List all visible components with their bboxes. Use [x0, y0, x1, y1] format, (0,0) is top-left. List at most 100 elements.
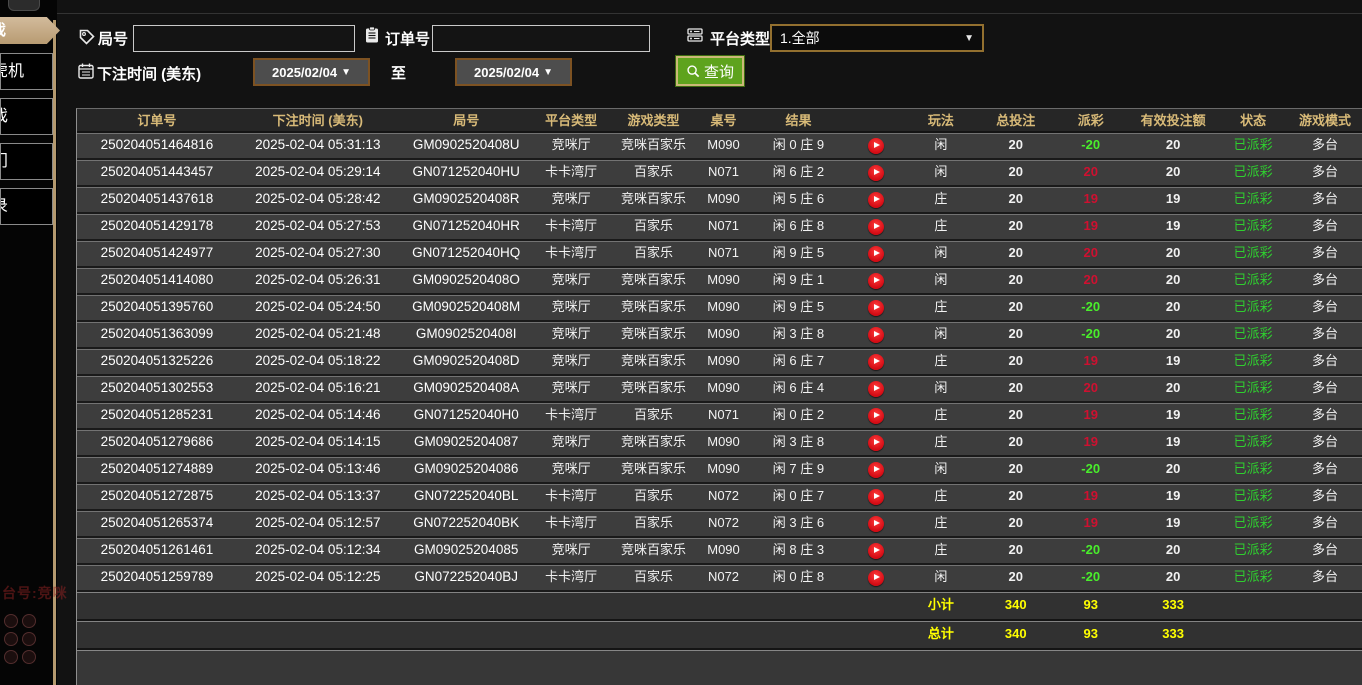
cell-order-no: 250204051443457	[77, 160, 237, 185]
table-row[interactable]: 250204051437618 2025-02-04 05:28:42 GM09…	[77, 187, 1362, 214]
cell-play-video	[848, 457, 903, 482]
table-row[interactable]: 250204051363099 2025-02-04 05:21:48 GM09…	[77, 322, 1362, 349]
cell-game-type: 百家乐	[609, 403, 699, 428]
sidebar-item-4[interactable]: 录	[0, 188, 53, 225]
cell-play-type: 闲	[903, 241, 978, 266]
play-icon[interactable]	[868, 219, 884, 235]
cell-bet-time: 2025-02-04 05:27:30	[237, 241, 399, 266]
cell-payout: 19	[1053, 349, 1128, 374]
order-no-input[interactable]	[432, 25, 650, 52]
cell-payout: 19	[1053, 214, 1128, 239]
sidebar-item-1[interactable]: 虎机	[0, 53, 53, 90]
platform-type-select[interactable]: 1.全部 ▼	[770, 24, 984, 52]
table-row[interactable]: 250204051429178 2025-02-04 05:27:53 GN07…	[77, 214, 1362, 241]
cell-valid-bet: 20	[1128, 565, 1218, 590]
cell-bet-time: 2025-02-04 05:27:53	[237, 214, 399, 239]
cell-table-no: M090	[699, 430, 749, 455]
table-row[interactable]: 250204051285231 2025-02-04 05:14:46 GN07…	[77, 403, 1362, 430]
table-row[interactable]: 250204051272875 2025-02-04 05:13:37 GN07…	[77, 484, 1362, 511]
table-row[interactable]: 250204051325226 2025-02-04 05:18:22 GM09…	[77, 349, 1362, 376]
table-row[interactable]: 250204051259789 2025-02-04 05:12:25 GN07…	[77, 565, 1362, 592]
cell-bet-time: 2025-02-04 05:31:13	[237, 133, 399, 158]
game-no-input[interactable]	[133, 25, 355, 52]
cell-status: 已派彩	[1218, 538, 1288, 563]
table-header-row: 订单号 下注时间 (美东) 局号 平台类型 游戏类型 桌号 结果 玩法 总投注 …	[77, 109, 1362, 133]
play-icon[interactable]	[868, 138, 884, 154]
cell-result: 闲 3 庄 8	[748, 430, 848, 455]
cell-result: 闲 8 庄 3	[748, 538, 848, 563]
cell-total-bet: 20	[978, 565, 1053, 590]
col-header-bet-time: 下注时间 (美东)	[237, 109, 399, 131]
cell-status: 已派彩	[1218, 403, 1288, 428]
query-button[interactable]: 查询	[676, 56, 744, 86]
play-icon[interactable]	[868, 516, 884, 532]
cell-game-mode: 多台	[1288, 160, 1362, 185]
cell-bet-time: 2025-02-04 05:14:15	[237, 430, 399, 455]
table-row[interactable]: 250204051261461 2025-02-04 05:12:34 GM09…	[77, 538, 1362, 565]
date-from-value: 2025/02/04	[272, 65, 337, 80]
cell-status: 已派彩	[1218, 484, 1288, 509]
play-icon[interactable]	[868, 408, 884, 424]
play-icon[interactable]	[868, 570, 884, 586]
platform-type-value: 1.全部	[780, 28, 964, 48]
cell-game-mode: 多台	[1288, 565, 1362, 590]
table-row[interactable]: 250204051279686 2025-02-04 05:14:15 GM09…	[77, 430, 1362, 457]
play-icon[interactable]	[868, 462, 884, 478]
sidebar-item-3[interactable]: 门	[0, 143, 53, 180]
table-row[interactable]: 250204051302553 2025-02-04 05:16:21 GM09…	[77, 376, 1362, 403]
cell-platform: 竞咪厅	[534, 187, 609, 212]
cell-order-no: 250204051414080	[77, 268, 237, 293]
play-icon[interactable]	[868, 327, 884, 343]
cell-result: 闲 9 庄 1	[748, 268, 848, 293]
date-from-picker[interactable]: 2025/02/04 ▼	[253, 58, 370, 86]
cell-status: 已派彩	[1218, 160, 1288, 185]
table-row[interactable]: 250204051274889 2025-02-04 05:13:46 GM09…	[77, 457, 1362, 484]
table-row[interactable]: 250204051464816 2025-02-04 05:31:13 GM09…	[77, 133, 1362, 160]
play-icon[interactable]	[868, 543, 884, 559]
cell-valid-bet: 19	[1128, 484, 1218, 509]
cell-platform: 竞咪厅	[534, 430, 609, 455]
cell-game-no: GN071252040H0	[399, 403, 534, 428]
cell-payout: 19	[1053, 484, 1128, 509]
cell-status: 已派彩	[1218, 430, 1288, 455]
table-row[interactable]: 250204051424977 2025-02-04 05:27:30 GN07…	[77, 241, 1362, 268]
cell-result: 闲 6 庄 2	[748, 160, 848, 185]
play-icon[interactable]	[868, 246, 884, 262]
cell-bet-time: 2025-02-04 05:28:42	[237, 187, 399, 212]
play-icon[interactable]	[868, 435, 884, 451]
play-icon[interactable]	[868, 489, 884, 505]
cell-valid-bet: 19	[1128, 187, 1218, 212]
cell-play-type: 庄	[903, 538, 978, 563]
clipboard-icon	[363, 26, 381, 44]
cell-play-type: 庄	[903, 484, 978, 509]
cell-game-no: GN072252040BJ	[399, 565, 534, 590]
table-row[interactable]: 250204051395760 2025-02-04 05:24:50 GM09…	[77, 295, 1362, 322]
cell-play-video	[848, 322, 903, 347]
cell-table-no: M090	[699, 322, 749, 347]
col-header-table-no: 桌号	[699, 109, 749, 131]
cell-result: 闲 6 庄 4	[748, 376, 848, 401]
table-row[interactable]: 250204051443457 2025-02-04 05:29:14 GN07…	[77, 160, 1362, 187]
play-icon[interactable]	[868, 300, 884, 316]
cell-game-type: 竞咪百家乐	[609, 133, 699, 158]
cell-play-type: 闲	[903, 565, 978, 590]
sidebar-item-2[interactable]: 戏	[0, 98, 53, 135]
date-to-picker[interactable]: 2025/02/04 ▼	[455, 58, 572, 86]
cell-status: 已派彩	[1218, 511, 1288, 536]
cell-bet-time: 2025-02-04 05:13:37	[237, 484, 399, 509]
cell-order-no: 250204051424977	[77, 241, 237, 266]
cell-status: 已派彩	[1218, 295, 1288, 320]
table-row[interactable]: 250204051414080 2025-02-04 05:26:31 GM09…	[77, 268, 1362, 295]
cell-order-no: 250204051437618	[77, 187, 237, 212]
cell-bet-time: 2025-02-04 05:16:21	[237, 376, 399, 401]
play-icon[interactable]	[868, 381, 884, 397]
play-icon[interactable]	[868, 354, 884, 370]
cell-order-no: 250204051274889	[77, 457, 237, 482]
cell-payout: 19	[1053, 403, 1128, 428]
cell-result: 闲 7 庄 9	[748, 457, 848, 482]
play-icon[interactable]	[868, 192, 884, 208]
table-row[interactable]: 250204051265374 2025-02-04 05:12:57 GN07…	[77, 511, 1362, 538]
play-icon[interactable]	[868, 273, 884, 289]
cell-game-no: GM0902520408U	[399, 133, 534, 158]
play-icon[interactable]	[868, 165, 884, 181]
